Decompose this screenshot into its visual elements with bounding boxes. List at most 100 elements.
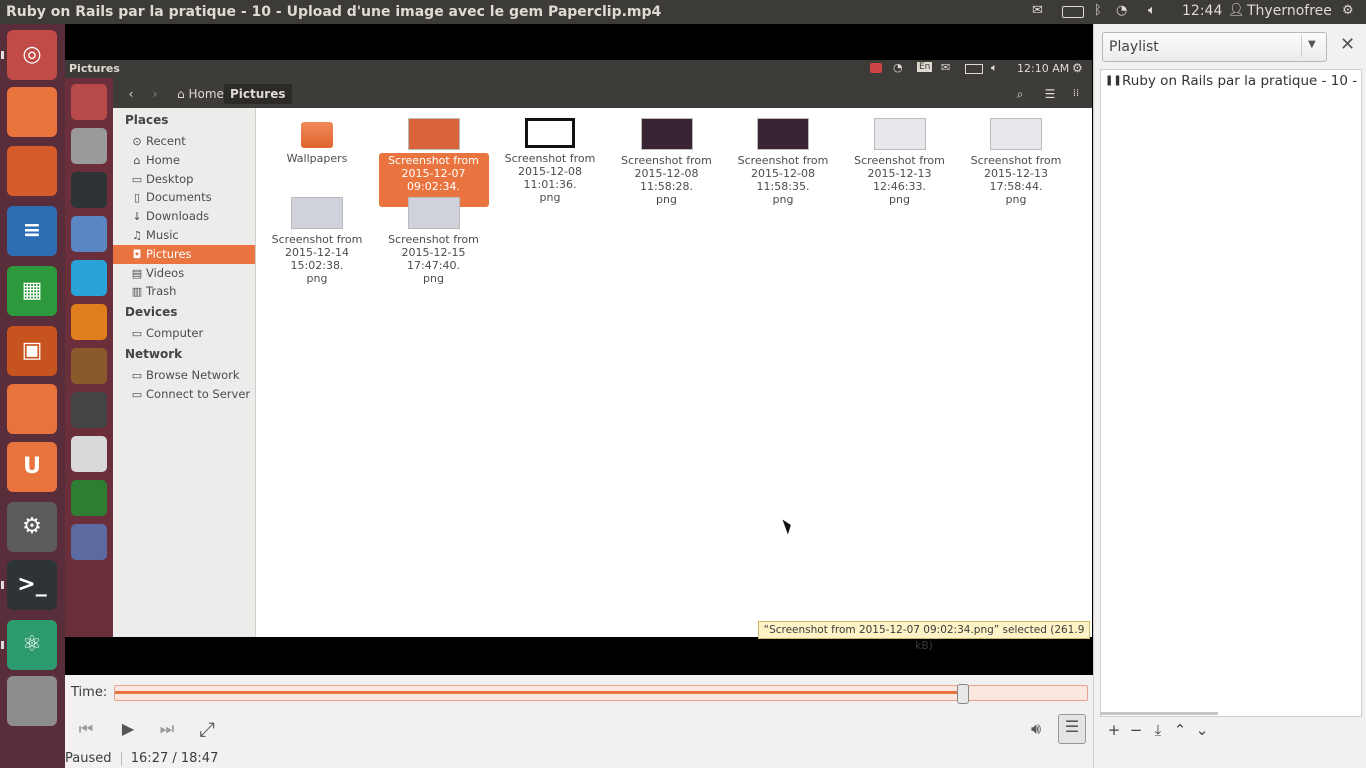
software-center-launcher-icon[interactable] xyxy=(7,384,57,434)
file-item[interactable]: Screenshot from 2015-12-08 11:58:28. png xyxy=(612,118,722,207)
playlist-selector[interactable]: Playlist ▼ xyxy=(1102,32,1327,62)
libreoffice-calc-launcher-icon[interactable]: ▦ xyxy=(7,266,57,316)
video-frame-file-manager: Pictures ◔ En ✉ 🔈︎ 12:10 AM ⚙ ‹ › ⌂ Home… xyxy=(65,60,1092,652)
file-name-line: Screenshot from xyxy=(388,233,479,246)
file-item[interactable]: Screenshot from 2015-12-13 17:58:44. png xyxy=(961,118,1071,207)
sidebar-item-label: Documents xyxy=(146,190,212,205)
file-name-line: 2015-12-13 17:58:44. xyxy=(984,167,1048,193)
inner-launcher-icon xyxy=(71,128,107,164)
file-name-line: Wallpapers xyxy=(286,152,348,165)
move-down-button[interactable]: ⌄ xyxy=(1192,720,1212,740)
places-sidebar: Places ⊙ Recent ⌂ Home ▭ Desktop ▯ Documents ↓ Dow… xyxy=(113,108,256,637)
play-button[interactable]: ▶ xyxy=(115,717,141,741)
user-name[interactable]: Thyernofree xyxy=(1247,3,1332,19)
record-icon xyxy=(870,63,882,73)
vlc-launcher-icon[interactable] xyxy=(7,676,57,726)
move-up-button[interactable]: ⌃ xyxy=(1170,720,1190,740)
sidebar-item-label: Desktop xyxy=(146,171,194,186)
terminal-launcher-icon[interactable]: >_ xyxy=(7,560,57,610)
files-launcher-icon[interactable] xyxy=(7,87,57,137)
inner-wifi-icon: ◔ xyxy=(893,61,903,74)
inner-clock: 12:10 AM xyxy=(1017,62,1070,75)
sidebar-item-downloads[interactable]: ↓ Downloads xyxy=(113,207,255,226)
breadcrumb-home[interactable]: ⌂ Home xyxy=(173,84,228,104)
file-name-line: Screenshot from xyxy=(271,233,363,246)
save-playlist-button[interactable]: ⤓ xyxy=(1148,720,1168,740)
file-item[interactable]: Screenshot from 2015-12-13 12:46:33. png xyxy=(845,118,955,207)
grid-view-icon[interactable]: ⁞⁞ xyxy=(1065,84,1087,104)
home-icon: ⌂ xyxy=(177,87,185,101)
playlist-item[interactable]: Ruby on Rails par la pratique - 10 - U xyxy=(1122,73,1358,89)
next-button[interactable]: ⏭︎ xyxy=(154,717,180,741)
search-icon[interactable]: ⌕ xyxy=(1009,84,1031,104)
bluetooth-icon[interactable]: ᛒ xyxy=(1094,3,1102,18)
file-item[interactable]: Screenshot from 2015-12-14 15:02:38. png xyxy=(262,197,372,286)
seek-handle[interactable] xyxy=(956,684,969,704)
file-name-line: png xyxy=(306,272,328,285)
image-thumbnail xyxy=(525,118,575,148)
inner-launcher-icon xyxy=(71,436,107,472)
atom-launcher-icon[interactable]: ⚛ xyxy=(7,620,57,670)
wifi-icon[interactable]: ◔ xyxy=(1116,3,1127,18)
libreoffice-writer-launcher-icon[interactable]: ≡ xyxy=(7,206,57,256)
inner-top-panel: Pictures ◔ En ✉ 🔈︎ 12:10 AM ⚙ xyxy=(65,60,1092,78)
playlist-scrollbar[interactable] xyxy=(1100,712,1218,715)
file-manager-toolbar: ‹ › ⌂ Home Pictures ⌕ ☰ ⁞⁞ xyxy=(113,78,1092,108)
file-name-line: Screenshot from xyxy=(737,154,829,167)
user-icon[interactable]: 👤︎ xyxy=(1228,3,1245,18)
sidebar-item-pictures[interactable]: ◘ Pictures xyxy=(113,244,255,264)
mute-volume-icon[interactable]: 🔊︎ xyxy=(1023,717,1049,741)
computer-icon: ▭ xyxy=(131,327,143,340)
sidebar-item-recent[interactable]: ⊙ Recent xyxy=(113,132,255,151)
remove-button[interactable]: − xyxy=(1126,720,1146,740)
sidebar-item-computer[interactable]: ▭ Computer xyxy=(113,324,255,343)
file-name-line: 2015-12-13 12:46:33. xyxy=(867,167,932,193)
file-name: Screenshot from 2015-12-08 11:01:36. png xyxy=(495,151,605,205)
file-name-line: png xyxy=(656,193,677,206)
power-gear-icon[interactable]: ⚙ xyxy=(1342,3,1354,18)
sidebar-item-trash[interactable]: ▥ Trash xyxy=(113,282,255,301)
file-item[interactable]: Screenshot from 2015-12-15 17:47:40. png xyxy=(379,197,489,286)
sidebar-item-videos[interactable]: ▤ Videos xyxy=(113,264,255,283)
clock[interactable]: 12:44 xyxy=(1182,3,1222,19)
system-settings-launcher-icon[interactable]: ⚙ xyxy=(7,502,57,552)
sidebar-item-browse-network[interactable]: ▭ Browse Network xyxy=(113,366,255,385)
pause-icon: ❚❚ xyxy=(1105,75,1122,86)
sidebar-item-connect-to-server[interactable]: ▭ Connect to Server xyxy=(113,385,255,404)
playlist-selector-label: Playlist xyxy=(1109,39,1159,55)
file-name-line: png xyxy=(772,193,794,206)
ubuntu-one-launcher-icon[interactable]: U xyxy=(7,442,57,492)
ubuntu-dash-launcher-icon[interactable]: ◎ xyxy=(7,30,57,80)
mail-icon[interactable]: ✉ xyxy=(1032,3,1043,18)
file-name: Screenshot from 2015-12-15 17:47:40. png xyxy=(379,232,489,286)
add-button[interactable]: + xyxy=(1104,720,1124,740)
window-title: Ruby on Rails par la pratique - 10 - Upl… xyxy=(6,4,662,20)
selector-divider xyxy=(1301,35,1302,57)
battery-icon[interactable] xyxy=(1062,6,1084,18)
file-item[interactable]: Screenshot from 2015-12-08 11:58:35. png xyxy=(728,118,838,207)
sidebar-item-documents[interactable]: ▯ Documents xyxy=(113,188,255,207)
volume-icon[interactable]: 🔈︎ xyxy=(1148,3,1156,18)
playlist-panel: Playlist ▼ ✕ ❚❚ Ruby on Rails par la pra… xyxy=(1093,24,1366,768)
mouse-pointer-icon xyxy=(782,517,794,535)
file-item[interactable]: Screenshot from2015-12-07 09:02:34.png xyxy=(378,118,489,207)
libreoffice-impress-launcher-icon[interactable]: ▣ xyxy=(7,326,57,376)
image-thumbnail xyxy=(407,118,460,150)
playlist-toggle-button[interactable]: ☰ xyxy=(1058,714,1086,744)
firefox-launcher-icon[interactable] xyxy=(7,146,57,196)
file-name-line: Screenshot from xyxy=(970,154,1062,167)
back-button[interactable]: ‹ xyxy=(121,84,141,104)
file-item[interactable]: Wallpapers xyxy=(262,118,372,166)
close-icon[interactable]: ✕ xyxy=(1340,34,1355,55)
sidebar-item-music[interactable]: ♫ Music xyxy=(113,226,255,245)
fullscreen-icon[interactable]: ⤢ xyxy=(194,717,220,741)
file-name-line: png xyxy=(1005,193,1027,206)
forward-button[interactable]: › xyxy=(145,84,165,104)
seek-slider[interactable] xyxy=(114,684,1088,704)
sidebar-item-desktop[interactable]: ▭ Desktop xyxy=(113,170,255,189)
sidebar-item-home[interactable]: ⌂ Home xyxy=(113,151,255,170)
list-view-icon[interactable]: ☰ xyxy=(1039,84,1061,104)
file-item[interactable]: Screenshot from 2015-12-08 11:01:36. png xyxy=(495,118,605,205)
previous-button[interactable]: ⏮︎ xyxy=(73,717,99,741)
breadcrumb-pictures[interactable]: Pictures xyxy=(224,84,292,104)
